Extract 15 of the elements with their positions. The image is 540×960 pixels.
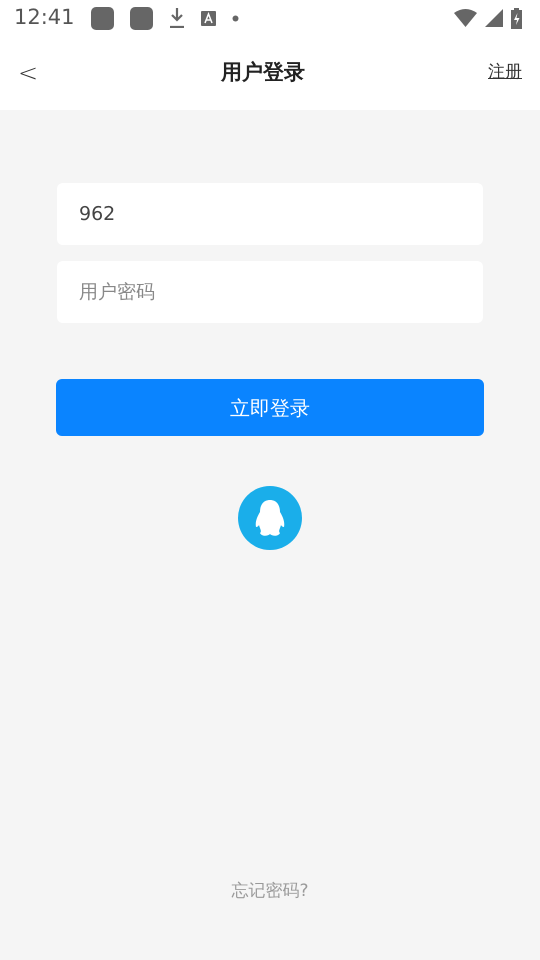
back-button[interactable]: < — [18, 55, 38, 91]
login-button[interactable]: 立即登录 — [56, 379, 484, 436]
battery-icon — [511, 8, 522, 28]
app-icon — [90, 6, 114, 30]
app-icon — [130, 6, 153, 30]
password-field[interactable]: 用户密码 — [57, 261, 483, 323]
username-field[interactable]: 962 — [57, 183, 483, 245]
wifi-icon — [454, 9, 477, 27]
page-title: 用户登录 — [220, 59, 306, 86]
register-link[interactable]: 注册 — [488, 60, 522, 86]
dot-icon — [232, 14, 239, 22]
signal-icon — [485, 9, 503, 27]
keyboard-icon — [200, 10, 216, 26]
download-icon — [168, 8, 185, 28]
status-time: 12:41 — [14, 4, 75, 32]
